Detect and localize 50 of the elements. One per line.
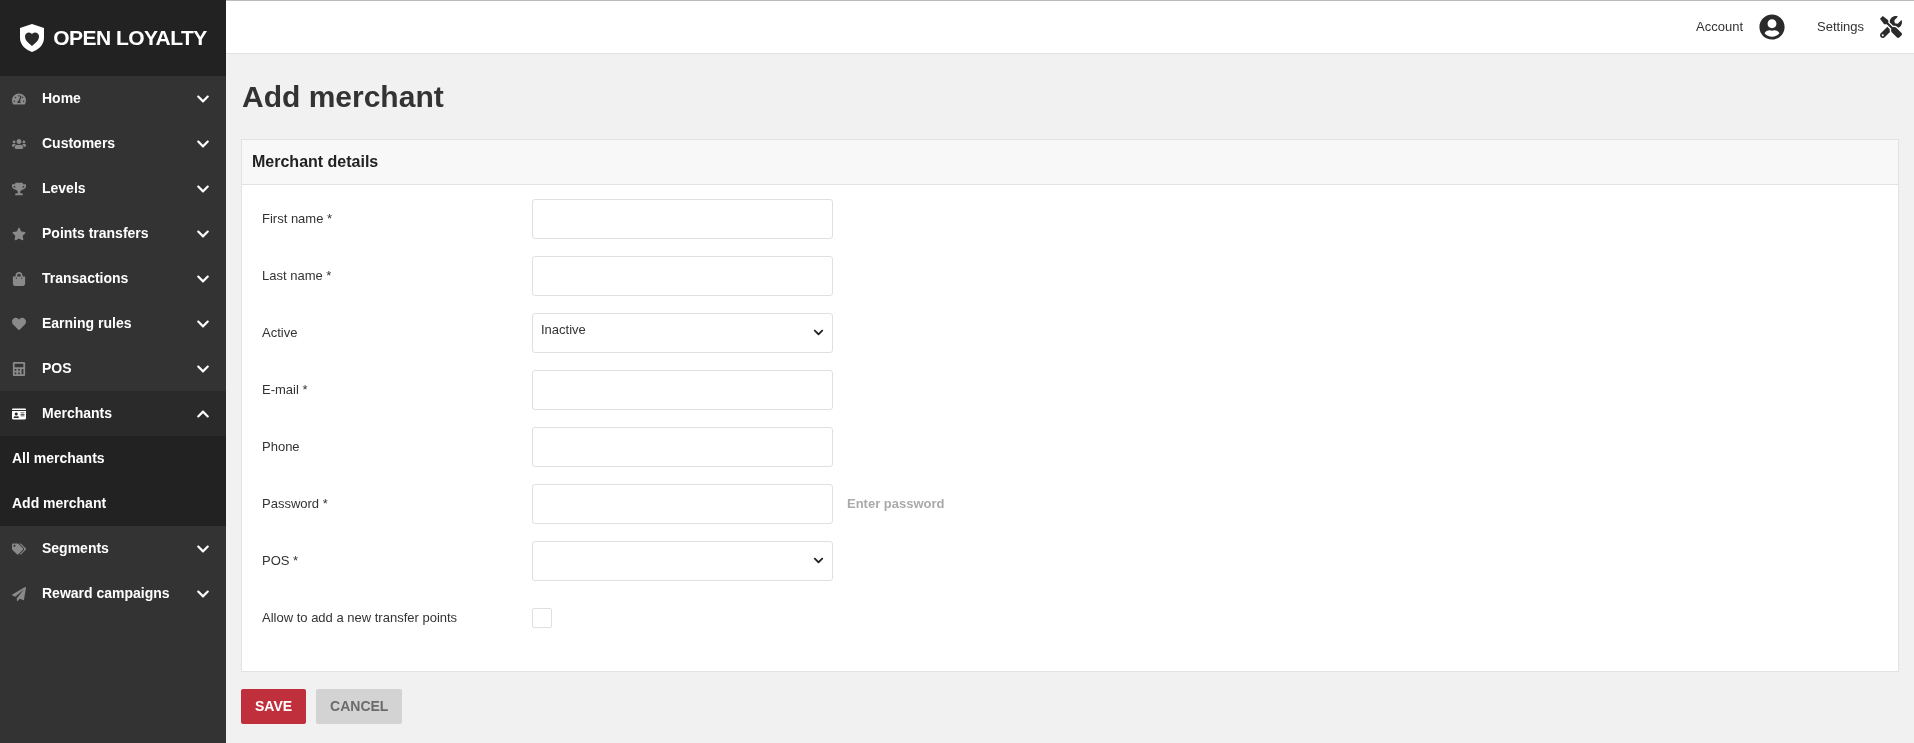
settings-link[interactable]: Settings — [1817, 17, 1864, 37]
sidebar-item[interactable]: Home — [0, 76, 226, 121]
select-field[interactable]: Inactive — [532, 312, 833, 353]
sidebar-item[interactable]: Points transfers — [0, 211, 226, 256]
field-hint: Enter password — [847, 494, 945, 513]
sidebar-item[interactable]: Transactions — [0, 256, 226, 301]
star-icon — [12, 226, 26, 241]
sidebar-item[interactable]: POS — [0, 346, 226, 391]
chevron-down-icon — [813, 555, 824, 566]
field-label: Last name * — [261, 266, 333, 285]
field-label: Active — [261, 323, 299, 342]
id-card-icon — [12, 406, 26, 421]
sidebar-item[interactable]: Merchants — [0, 391, 226, 436]
field-label: E-mail * — [261, 380, 309, 399]
input-field[interactable] — [532, 426, 833, 467]
sidebar-item[interactable]: Earning rules — [0, 301, 226, 346]
input-field[interactable] — [532, 369, 833, 410]
field-label: Password * — [261, 494, 329, 513]
page-title: Add merchant — [242, 79, 445, 115]
sidebar-item[interactable]: Reward campaigns — [0, 571, 226, 616]
field-label: First name * — [261, 209, 334, 228]
trophy-icon — [12, 181, 26, 196]
user-avatar-icon[interactable] — [1759, 14, 1785, 40]
paper-plane-icon — [12, 586, 26, 601]
checkbox[interactable] — [532, 607, 552, 628]
field-label: Allow to add a new transfer points — [261, 608, 459, 627]
sidebar-item[interactable]: Customers — [0, 121, 226, 166]
select-field[interactable] — [532, 540, 833, 581]
users-icon — [12, 136, 26, 151]
chevron-down-icon — [813, 327, 824, 338]
submenu-item[interactable]: All merchants — [0, 436, 226, 481]
shield-heart-logo-icon — [19, 23, 46, 53]
tools-icon[interactable] — [1880, 16, 1902, 38]
input-field[interactable] — [532, 198, 833, 239]
field-label: Phone — [261, 437, 301, 456]
account-link[interactable]: Account — [1696, 17, 1743, 37]
card-title: Merchant details — [252, 152, 379, 172]
save-button[interactable]: SAVE — [241, 689, 307, 724]
brand-name: OPEN LOYALTY — [53, 25, 207, 52]
sidebar-item[interactable]: Levels — [0, 166, 226, 211]
sidebar-item[interactable]: Segments — [0, 526, 226, 571]
calculator-icon — [12, 361, 26, 376]
gauge-icon — [12, 91, 26, 106]
input-field[interactable] — [532, 483, 833, 524]
field-label: POS * — [261, 551, 300, 570]
heart-icon — [12, 316, 26, 331]
bag-icon — [12, 271, 26, 286]
tags-icon — [12, 541, 26, 556]
submenu-item[interactable]: Add merchant — [0, 481, 226, 526]
input-field[interactable] — [532, 255, 833, 296]
